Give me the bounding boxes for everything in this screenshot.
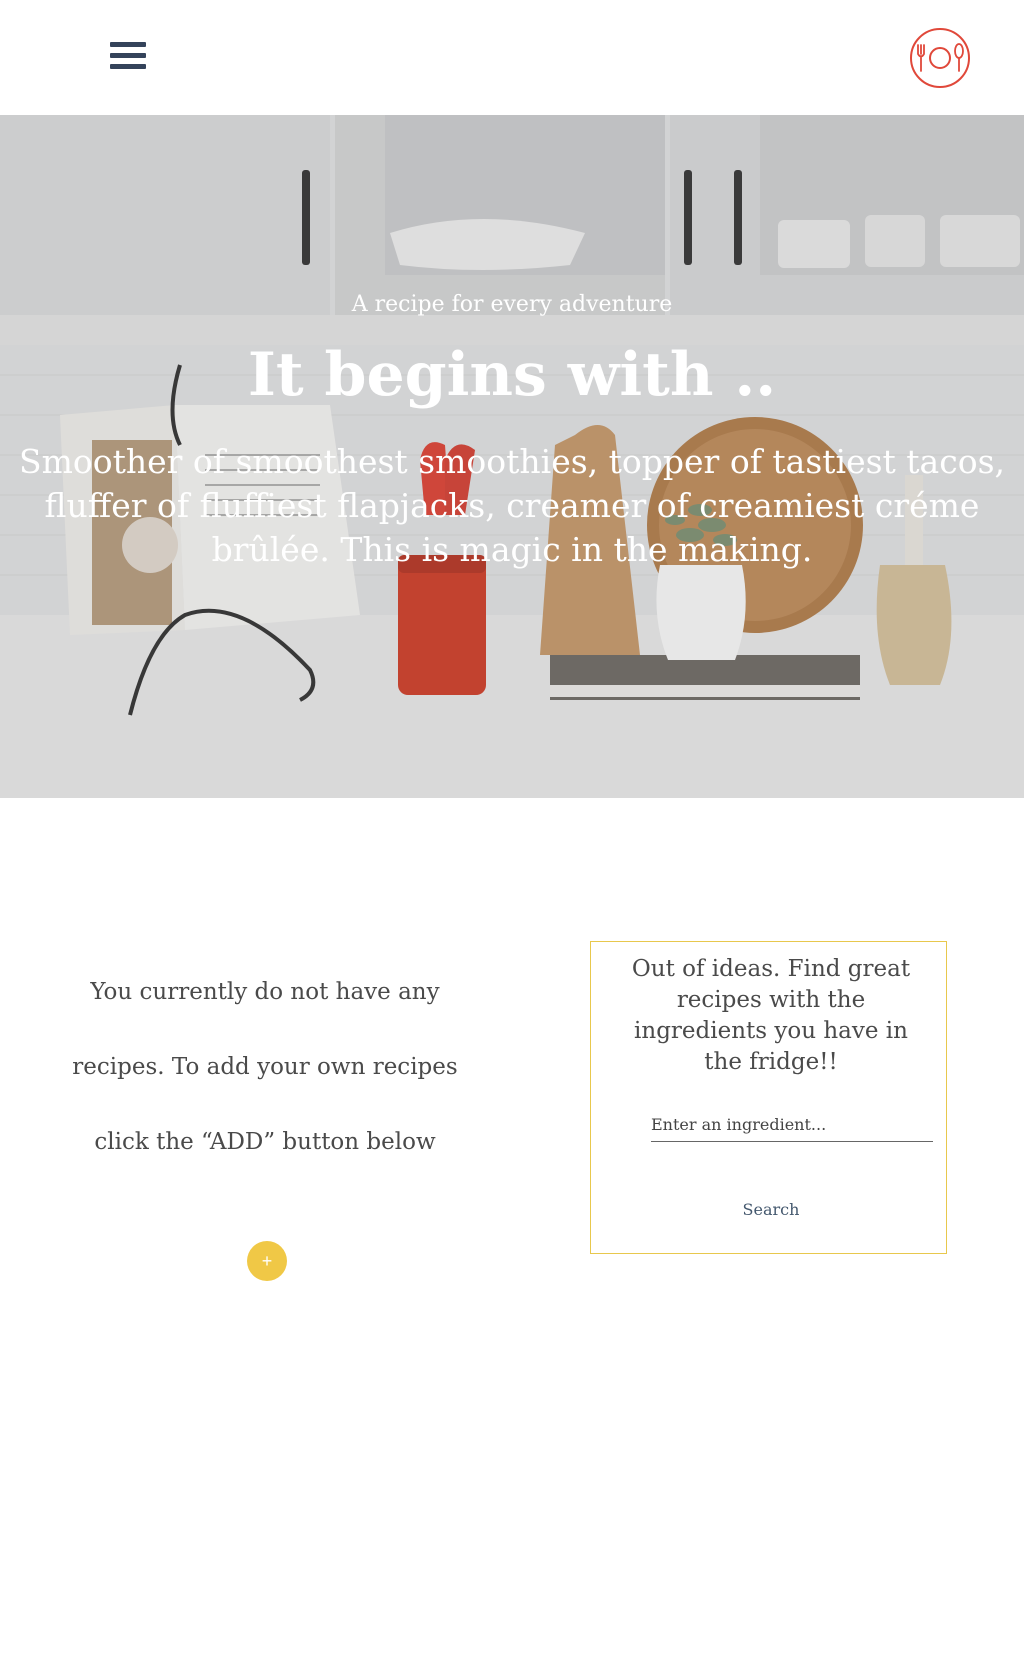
empty-message-line-1: You currently do not have any — [90, 979, 440, 1005]
hero-description: Smoother of smoothest smoothies, topper … — [18, 442, 1006, 569]
empty-recipes-message: You currently do not have any recipes. T… — [60, 955, 470, 1180]
ingredient-search-card: Out of ideas. Find great recipes with th… — [590, 941, 947, 1254]
ingredient-input[interactable] — [651, 1108, 933, 1142]
empty-message-line-2: recipes. To add your own recipes — [72, 1054, 458, 1080]
empty-message-line-3: click the “ADD” button below — [94, 1129, 436, 1155]
hero-kicker: A recipe for every adventure — [351, 292, 673, 317]
hero-banner: A recipe for every adventure It begins w… — [0, 115, 1024, 798]
hero-title: It begins with .. — [247, 340, 777, 410]
plate-fork-spoon-icon[interactable] — [908, 26, 972, 90]
hamburger-menu-icon[interactable] — [110, 42, 150, 76]
add-recipe-button[interactable]: + — [247, 1241, 287, 1281]
top-bar — [0, 0, 1024, 115]
search-button[interactable]: Search — [681, 1194, 861, 1224]
search-card-text: Out of ideas. Find great recipes with th… — [631, 956, 911, 1075]
